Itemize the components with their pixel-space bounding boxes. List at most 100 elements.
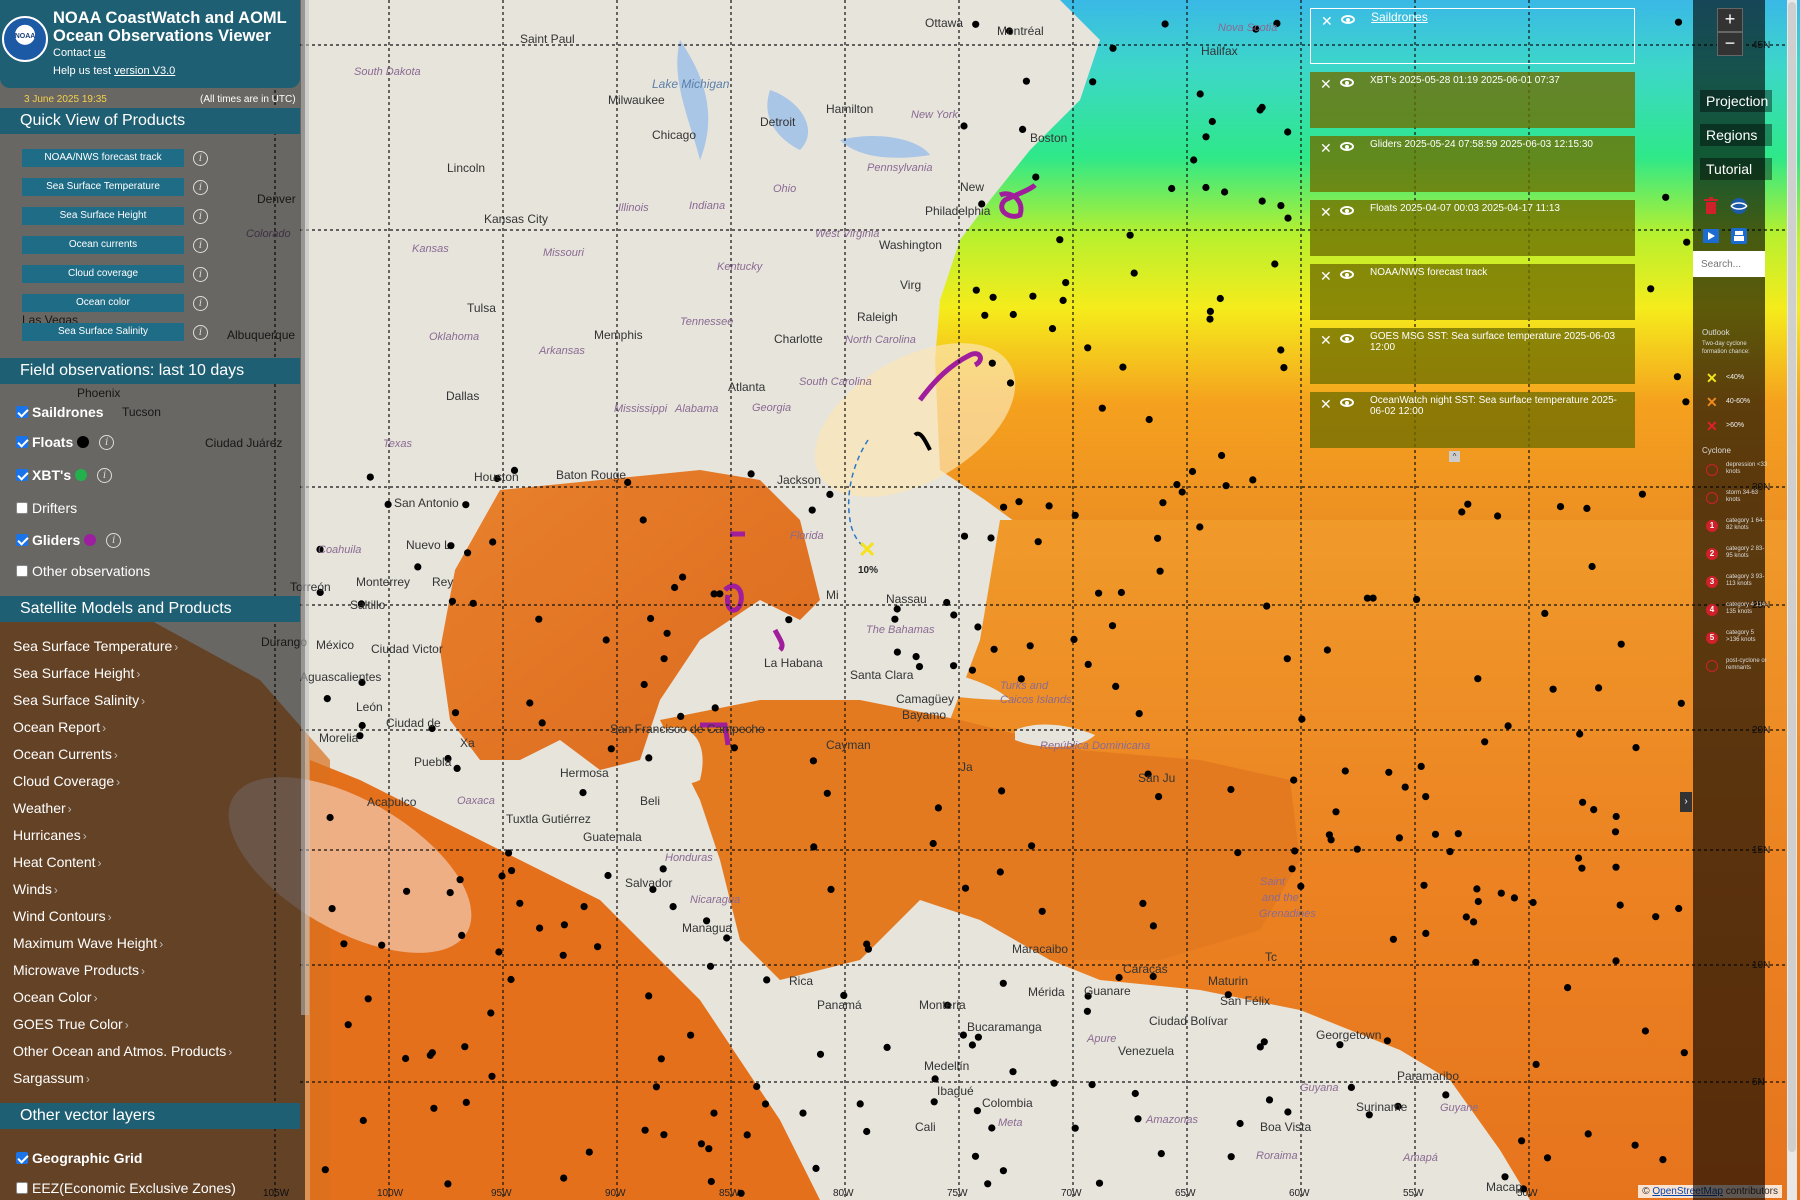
float-observation-point[interactable]: [1574, 854, 1583, 862]
float-observation-point[interactable]: [1389, 935, 1397, 943]
float-observation-point[interactable]: [585, 1148, 593, 1156]
field-observations-header[interactable]: Field observations: last 10 days: [0, 358, 300, 384]
float-observation-point[interactable]: [604, 871, 612, 880]
satellite-menu-item[interactable]: Sargassum ›: [13, 1070, 90, 1086]
float-observation-point[interactable]: [677, 712, 685, 721]
float-observation-point[interactable]: [998, 787, 1006, 795]
float-observation-point[interactable]: [448, 597, 456, 605]
checkbox[interactable]: [16, 502, 28, 514]
active-layer-card[interactable]: ✕ Floats 2025-04-07 00:03 2025-04-17 11:1…: [1310, 200, 1635, 256]
float-observation-point[interactable]: [856, 1100, 864, 1108]
float-observation-point[interactable]: [1206, 307, 1214, 315]
float-observation-point[interactable]: [505, 849, 513, 857]
float-observation-point[interactable]: [1263, 602, 1271, 610]
float-observation-point[interactable]: [498, 872, 506, 880]
float-observation-point[interactable]: [893, 648, 902, 656]
float-observation-point[interactable]: [973, 1107, 982, 1115]
float-observation-point[interactable]: [959, 1031, 968, 1039]
float-observation-point[interactable]: [1139, 899, 1147, 908]
float-observation-point[interactable]: [1149, 922, 1157, 930]
float-observation-point[interactable]: [1271, 260, 1279, 268]
float-observation-point[interactable]: [1161, 20, 1169, 28]
float-observation-point[interactable]: [1395, 834, 1403, 842]
float-observation-point[interactable]: [1481, 738, 1489, 746]
float-observation-point[interactable]: [1659, 1156, 1667, 1164]
float-observation-point[interactable]: [451, 709, 460, 717]
float-observation-point[interactable]: [641, 1126, 649, 1134]
float-observation-point[interactable]: [1284, 214, 1292, 222]
close-icon[interactable]: ✕: [1320, 204, 1332, 221]
float-observation-point[interactable]: [1173, 481, 1181, 489]
float-observation-point[interactable]: [1084, 660, 1092, 669]
float-observation-point[interactable]: [1071, 1124, 1079, 1132]
float-observation-point[interactable]: [1612, 957, 1620, 965]
float-observation-point[interactable]: [1038, 907, 1046, 915]
sidebar-scrollbar[interactable]: [301, 0, 309, 1015]
float-observation-point[interactable]: [999, 979, 1007, 987]
float-observation-point[interactable]: [747, 470, 755, 478]
quick-view-button[interactable]: Cloud coverage: [22, 265, 184, 283]
float-observation-point[interactable]: [1422, 793, 1430, 801]
float-observation-point[interactable]: [1638, 490, 1646, 498]
quick-view-header[interactable]: Quick View of Products: [0, 108, 300, 134]
satellite-menu-item[interactable]: Ocean Currents ›: [13, 746, 118, 762]
float-observation-point[interactable]: [1458, 508, 1466, 516]
float-observation-point[interactable]: [1347, 1083, 1355, 1091]
info-icon[interactable]: i: [193, 180, 208, 195]
float-observation-point[interactable]: [1208, 117, 1216, 126]
float-observation-point[interactable]: [710, 1109, 718, 1117]
float-observation-point[interactable]: [1108, 622, 1117, 630]
float-observation-point[interactable]: [1284, 1108, 1292, 1116]
float-observation-point[interactable]: [344, 1021, 352, 1029]
float-observation-point[interactable]: [1497, 889, 1505, 897]
float-observation-point[interactable]: [384, 500, 392, 508]
quick-view-button[interactable]: Ocean color: [22, 294, 184, 312]
float-observation-point[interactable]: [1473, 885, 1481, 893]
float-observation-point[interactable]: [1549, 685, 1557, 693]
float-observation-point[interactable]: [1159, 499, 1167, 507]
active-layer-card[interactable]: ✕ XBT's 2025-05-28 01:19 2025-06-01 07:37: [1310, 72, 1635, 128]
search-input[interactable]: [1693, 251, 1765, 277]
float-observation-point[interactable]: [1202, 183, 1210, 192]
float-observation-point[interactable]: [1222, 482, 1230, 490]
float-observation-point[interactable]: [827, 885, 835, 894]
close-icon[interactable]: ✕: [1320, 396, 1332, 413]
float-observation-point[interactable]: [1332, 808, 1340, 816]
float-observation-point[interactable]: [487, 1009, 495, 1017]
float-observation-point[interactable]: [1612, 812, 1620, 821]
float-observation-point[interactable]: [1234, 849, 1242, 857]
float-observation-point[interactable]: [1095, 1179, 1104, 1187]
float-observation-point[interactable]: [1675, 904, 1683, 913]
float-observation-point[interactable]: [326, 813, 334, 822]
float-observation-point[interactable]: [1641, 1027, 1649, 1035]
active-layer-card[interactable]: ✕ OceanWatch night SST: Sea surface tempe…: [1310, 392, 1635, 448]
float-observation-point[interactable]: [1529, 898, 1537, 907]
float-observation-point[interactable]: [1028, 842, 1036, 850]
float-observation-point[interactable]: [1422, 929, 1430, 938]
info-icon[interactable]: i: [193, 296, 208, 311]
float-observation-point[interactable]: [659, 865, 667, 873]
float-observation-point[interactable]: [1632, 744, 1640, 752]
float-observation-point[interactable]: [1474, 897, 1482, 906]
satellite-menu-item[interactable]: Winds ›: [13, 881, 58, 897]
float-observation-point[interactable]: [507, 975, 515, 984]
vector-layers-header[interactable]: Other vector layers: [0, 1103, 300, 1129]
float-observation-point[interactable]: [1119, 363, 1127, 371]
satellite-menu-item[interactable]: Ocean Report ›: [13, 719, 106, 735]
float-observation-point[interactable]: [687, 1031, 695, 1039]
float-observation-point[interactable]: [974, 623, 982, 631]
float-observation-point[interactable]: [743, 1131, 751, 1139]
float-observation-point[interactable]: [1168, 184, 1176, 193]
float-observation-point[interactable]: [1369, 594, 1377, 602]
float-observation-point[interactable]: [1277, 346, 1285, 354]
float-observation-point[interactable]: [579, 789, 587, 797]
float-observation-point[interactable]: [1015, 498, 1023, 506]
float-observation-point[interactable]: [1154, 534, 1162, 542]
float-observation-point[interactable]: [826, 490, 834, 498]
float-observation-point[interactable]: [1417, 762, 1425, 771]
float-observation-point[interactable]: [707, 1177, 715, 1186]
float-observation-point[interactable]: [660, 1131, 668, 1139]
float-observation-point[interactable]: [1556, 503, 1565, 511]
float-observation-point[interactable]: [1383, 1037, 1391, 1045]
float-observation-point[interactable]: [1420, 881, 1428, 889]
